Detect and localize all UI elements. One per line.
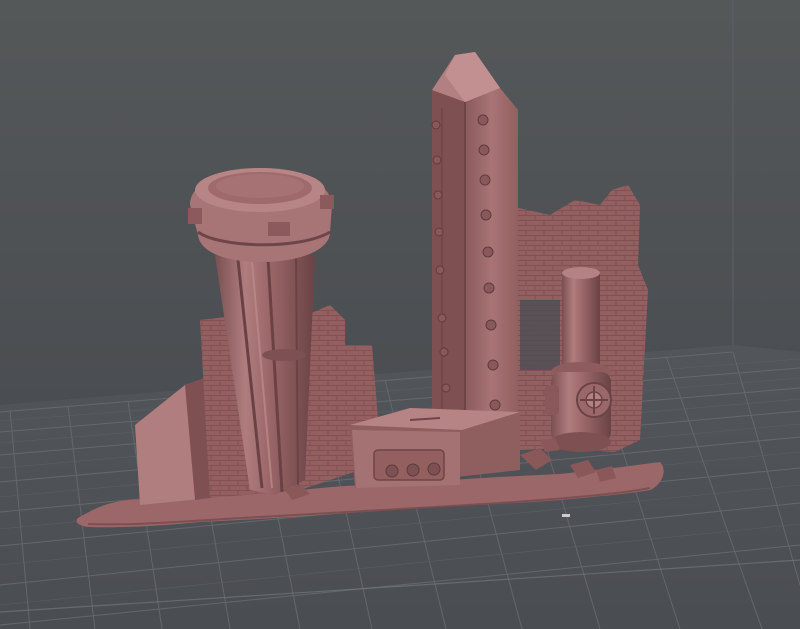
origin-marker <box>562 514 570 517</box>
panel-button-3 <box>427 462 441 476</box>
tower-bracket <box>268 222 290 236</box>
wall-window-hole <box>520 300 560 370</box>
pillar-left-face <box>432 90 465 420</box>
panel-button-1 <box>385 464 399 478</box>
tower-band <box>262 349 306 361</box>
panel-button-2 <box>406 463 420 477</box>
3d-scene[interactable] <box>0 0 800 629</box>
valve-side-outlet <box>545 385 559 415</box>
pipe-shaft <box>562 272 600 372</box>
3d-viewport[interactable] <box>0 0 800 629</box>
spiked-pillar <box>432 52 518 420</box>
